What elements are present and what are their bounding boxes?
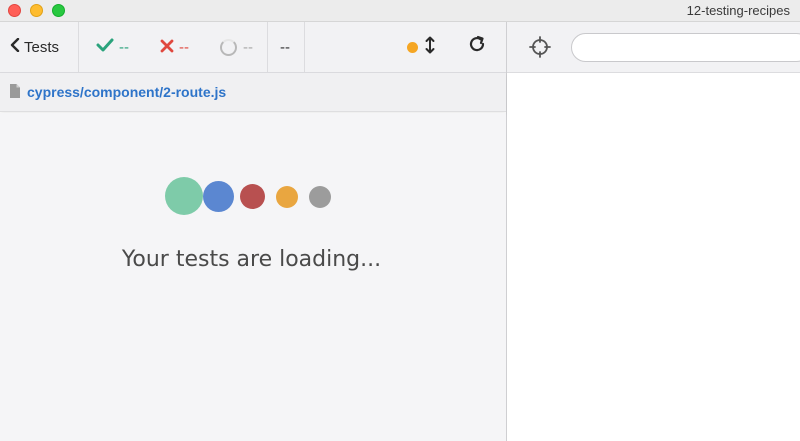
loader-dot: [276, 186, 298, 208]
passed-count: --: [96, 22, 129, 72]
file-icon: [10, 84, 20, 98]
x-icon: [160, 37, 174, 58]
auto-scroll-toggle[interactable]: [425, 22, 435, 72]
back-to-tests-label: Tests: [24, 38, 60, 56]
aut-url-bar[interactable]: [571, 33, 800, 62]
minimize-window-button[interactable]: [30, 4, 43, 17]
aut-iframe[interactable]: [507, 73, 800, 441]
running-status-indicator: [407, 22, 418, 72]
chevron-left-icon: [10, 37, 20, 56]
pending-count: --: [220, 22, 253, 72]
spinner-icon: [220, 38, 237, 56]
arrows-vertical-icon: [425, 36, 435, 59]
toolbar-divider: [267, 22, 268, 72]
back-to-tests-button[interactable]: Tests: [10, 22, 59, 72]
selector-playground-button[interactable]: [527, 34, 553, 60]
close-window-button[interactable]: [8, 4, 21, 17]
status-dot-icon: [407, 41, 418, 53]
window-title: 12-testing-recipes: [686, 3, 790, 18]
crosshair-icon: [529, 36, 551, 58]
loader-dot: [309, 186, 331, 208]
check-icon: [96, 37, 114, 58]
reporter-toolbar: Tests -- -- -- --: [0, 22, 506, 73]
failed-count-value: --: [179, 38, 189, 56]
spec-file-link[interactable]: cypress/component/2-route.js: [27, 84, 226, 100]
toolbar-divider: [78, 22, 79, 72]
aut-toolbar: [507, 22, 800, 73]
reload-icon: [468, 35, 486, 59]
rerun-tests-button[interactable]: [468, 22, 486, 72]
reporter-panel: [0, 113, 506, 441]
loader-dot: [165, 177, 203, 215]
run-duration: --: [280, 38, 290, 56]
loader-dot: [203, 181, 234, 212]
loader-dot: [240, 184, 265, 209]
passed-count-value: --: [119, 38, 129, 56]
loading-message: Your tests are loading...: [121, 247, 382, 272]
maximize-window-button[interactable]: [52, 4, 65, 17]
window-titlebar: 12-testing-recipes: [0, 0, 800, 22]
toolbar-divider: [304, 22, 305, 72]
pending-count-value: --: [243, 38, 253, 56]
failed-count: --: [160, 22, 189, 72]
spec-file-header: cypress/component/2-route.js: [0, 73, 506, 112]
